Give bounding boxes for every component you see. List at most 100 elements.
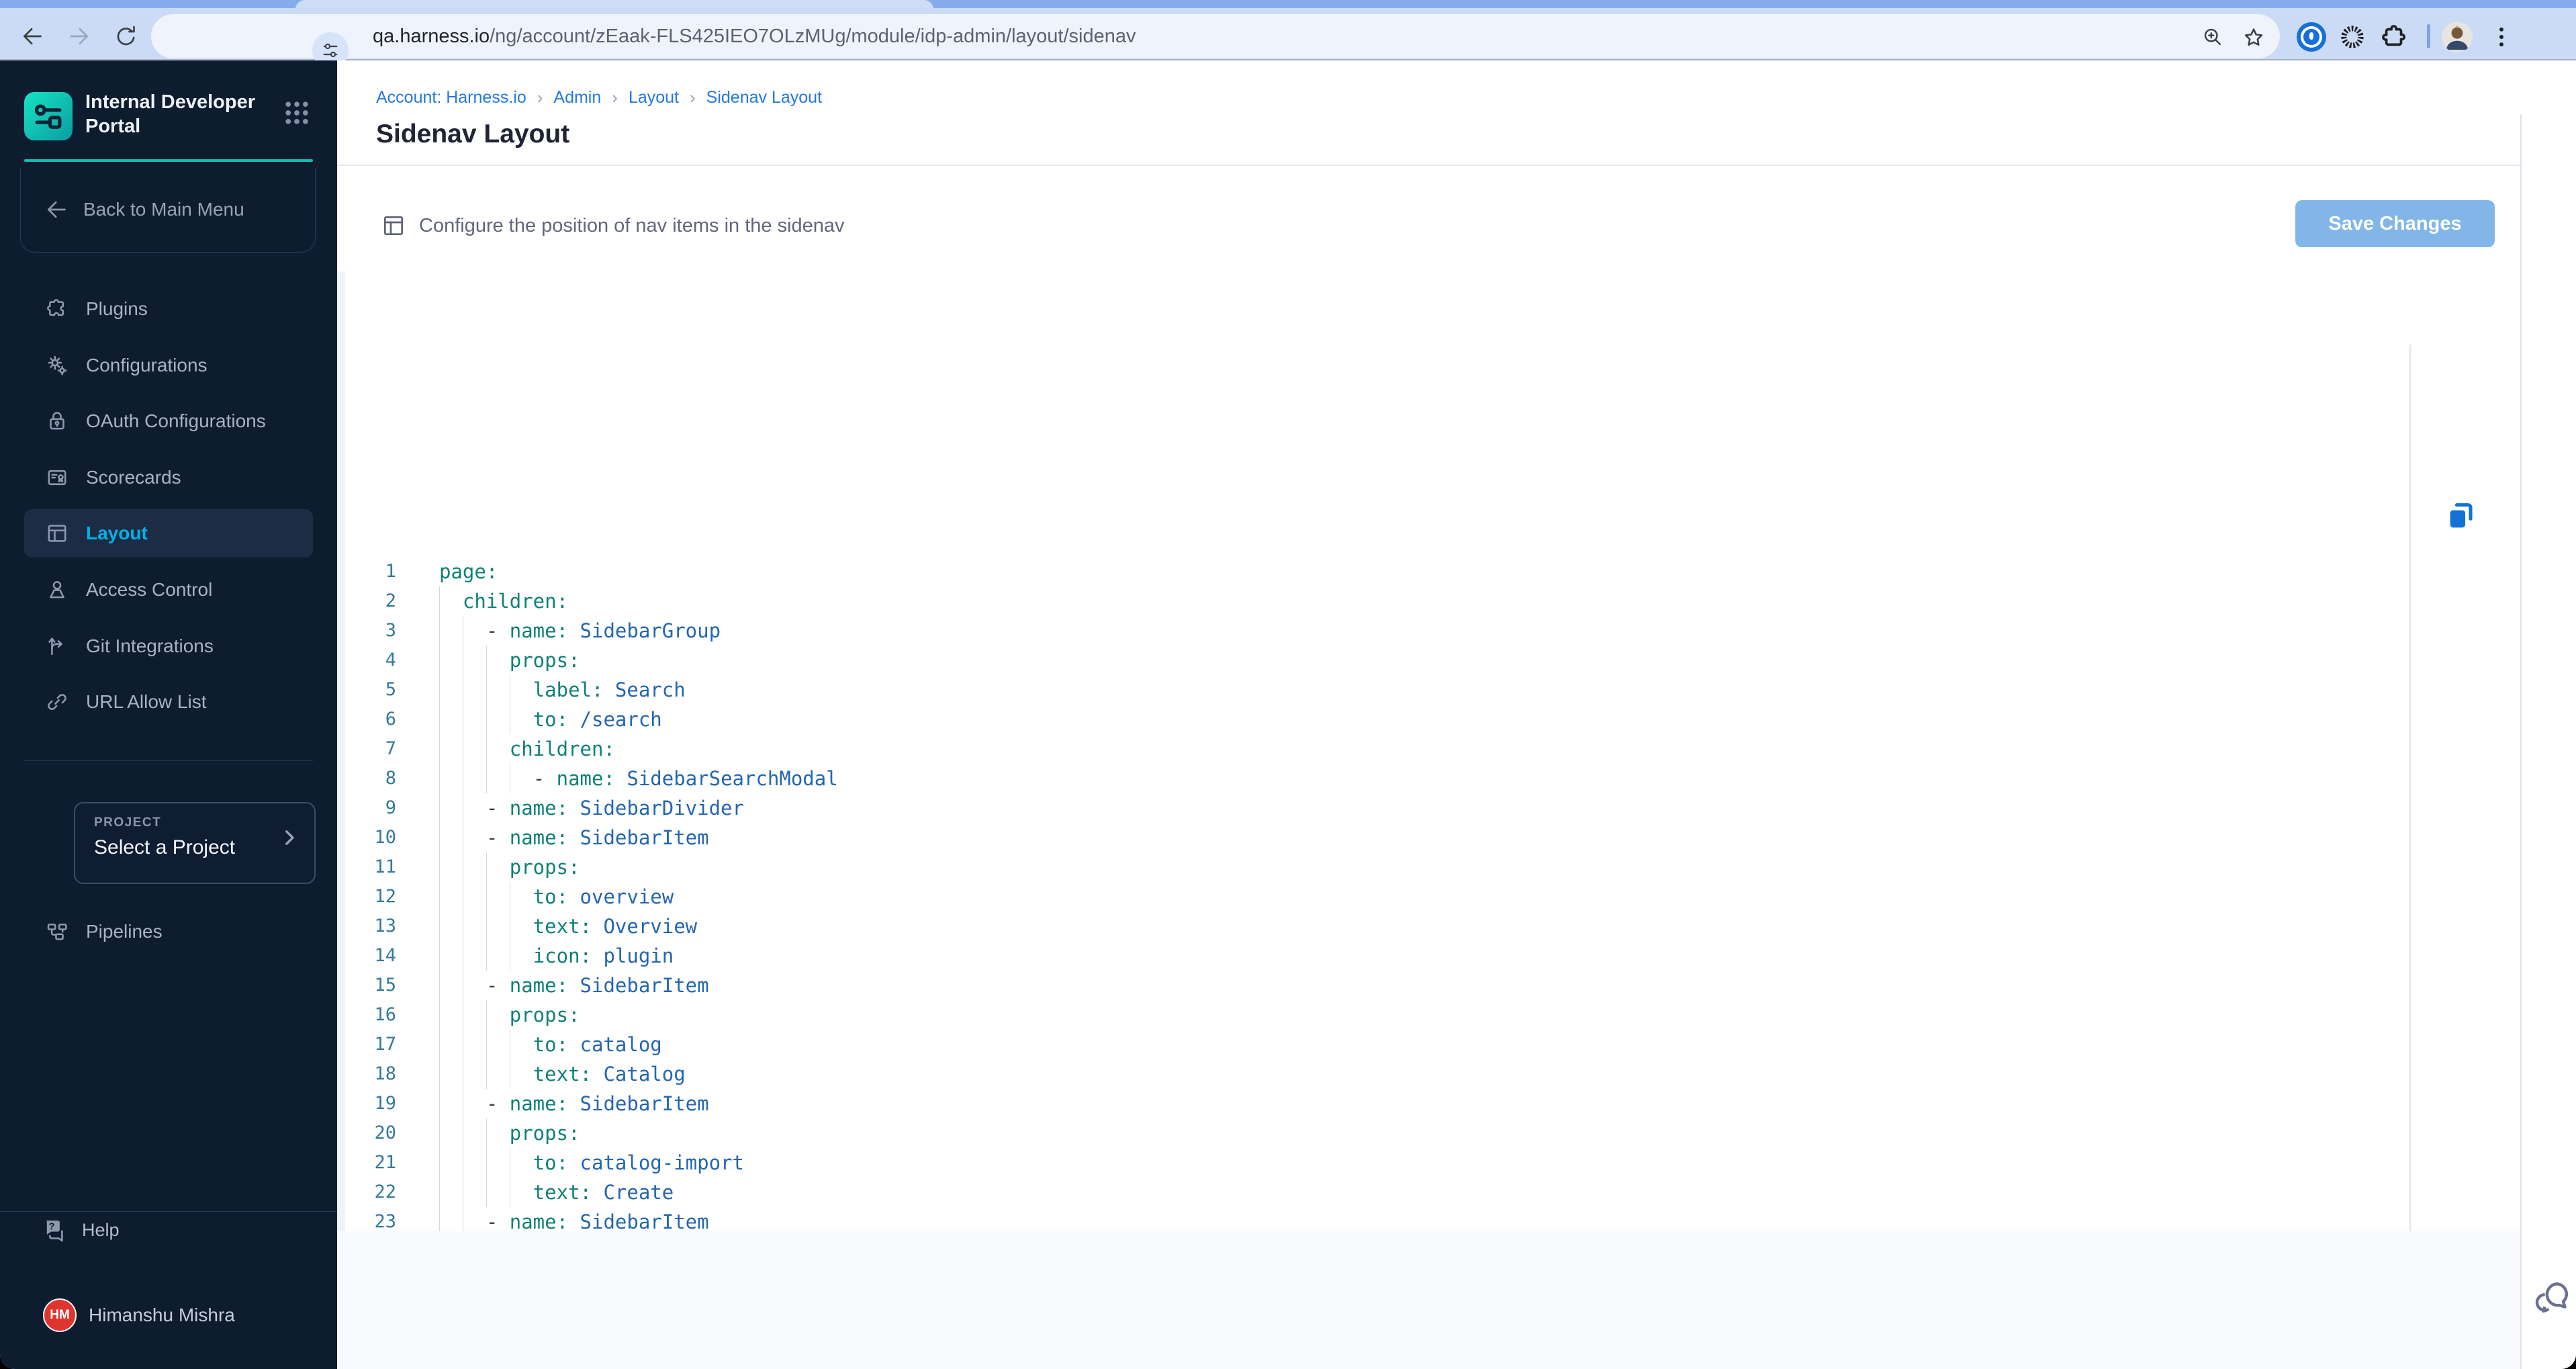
code-text: - name: SidebarItem bbox=[486, 974, 709, 997]
code-text: - name: SidebarItem bbox=[486, 1092, 709, 1115]
line-number: 21 bbox=[374, 1152, 396, 1173]
code-text: props: bbox=[509, 856, 580, 879]
header-divider bbox=[337, 165, 2520, 166]
onepassword-extension-icon[interactable] bbox=[2297, 22, 2326, 52]
code-text: - name: SidebarSearchModal bbox=[533, 767, 838, 790]
sidebar-item-label: Layout bbox=[86, 523, 148, 543]
line-number: 22 bbox=[374, 1182, 396, 1202]
code-line[interactable]: 4 props: bbox=[337, 646, 2520, 675]
rail-divider bbox=[2520, 114, 2522, 1369]
code-line[interactable]: 13 text: Overview bbox=[337, 912, 2520, 941]
code-text: text: Catalog bbox=[533, 1063, 686, 1086]
line-number: 16 bbox=[374, 1004, 396, 1025]
toolbar-description: Configure the position of nav items in t… bbox=[419, 215, 845, 236]
sidebar-item-label: Configurations bbox=[86, 355, 208, 376]
back-to-main-menu[interactable]: Back to Main Menu bbox=[43, 196, 244, 223]
code-line[interactable]: 16 props: bbox=[337, 1000, 2520, 1030]
code-line[interactable]: 7 children: bbox=[337, 734, 2520, 764]
sidebar-item-pipelines[interactable]: Pipelines bbox=[24, 908, 313, 956]
code-line[interactable]: 21 to: catalog-import bbox=[337, 1148, 2520, 1178]
browser-forward-icon[interactable] bbox=[66, 23, 93, 50]
code-line[interactable]: 8 - name: SidebarSearchModal bbox=[337, 764, 2520, 793]
sidebar-item-label: OAuth Configurations bbox=[86, 410, 266, 431]
code-text: to: overview bbox=[533, 885, 674, 908]
code-text: icon: plugin bbox=[533, 944, 674, 967]
gears-icon bbox=[44, 353, 70, 378]
help-chat-icon: ? bbox=[40, 1216, 68, 1244]
sidebar-item-scorecards[interactable]: Scorecards bbox=[24, 453, 313, 502]
code-line[interactable]: 3 - name: SidebarGroup bbox=[337, 616, 2520, 646]
git-branch-icon bbox=[44, 633, 70, 659]
code-text: children: bbox=[462, 590, 569, 613]
idp-logo-icon[interactable] bbox=[24, 92, 73, 140]
user-menu[interactable]: HM Himanshu Mishra bbox=[43, 1298, 235, 1332]
line-number: 4 bbox=[385, 650, 396, 670]
code-line[interactable]: 1 page: bbox=[337, 557, 2520, 586]
code-line[interactable]: 9 - name: SidebarDivider bbox=[337, 793, 2520, 823]
code-text: label: Search bbox=[533, 678, 686, 701]
code-line[interactable]: 19 - name: SidebarItem bbox=[337, 1089, 2520, 1118]
code-line[interactable]: 22 text: Create bbox=[337, 1178, 2520, 1207]
chrome-menu-icon[interactable] bbox=[2489, 21, 2514, 53]
extension-spinner-icon[interactable] bbox=[2338, 23, 2366, 51]
sidebar-item-git-integrations[interactable]: Git Integrations bbox=[24, 622, 313, 670]
zoom-icon[interactable] bbox=[2201, 25, 2225, 49]
breadcrumb-separator: › bbox=[537, 87, 543, 107]
active-tab[interactable] bbox=[295, 0, 933, 8]
sidebar-item-configurations[interactable]: Configurations bbox=[24, 341, 313, 390]
code-text: children: bbox=[509, 738, 615, 760]
yaml-editor[interactable]: 1 page: 2 children: 3 - name: SidebarGroup 4… bbox=[337, 271, 2520, 1231]
breadcrumb-link[interactable]: Admin bbox=[553, 88, 601, 107]
url-text[interactable]: qa.harness.io/ng/account/zEaak-FLS425IEO… bbox=[373, 14, 1136, 58]
sidebar-item-label: Access Control bbox=[86, 579, 213, 600]
code-line[interactable]: 18 text: Catalog bbox=[337, 1059, 2520, 1089]
sidebar-item-help[interactable]: ? Help bbox=[40, 1216, 120, 1244]
code-text: props: bbox=[509, 1122, 580, 1145]
browser-back-icon[interactable] bbox=[19, 23, 46, 50]
browser-window: qa.harness.io/ng/account/zEaak-FLS425IEO… bbox=[0, 0, 2576, 1369]
code-line[interactable]: 10 - name: SidebarItem bbox=[337, 823, 2520, 852]
line-number: 17 bbox=[374, 1034, 396, 1055]
save-changes-button[interactable]: Save Changes bbox=[2295, 200, 2495, 247]
line-number: 23 bbox=[374, 1211, 396, 1231]
brand-title: Internal Developer Portal bbox=[85, 91, 256, 137]
page-title: Sidenav Layout bbox=[376, 120, 570, 148]
code-line[interactable]: 15 - name: SidebarItem bbox=[337, 971, 2520, 1000]
line-number: 7 bbox=[385, 738, 396, 759]
line-number: 11 bbox=[374, 856, 396, 877]
code-line[interactable]: 23 - name: SidebarItem bbox=[337, 1207, 2520, 1231]
sidebar-item-url-allow-list[interactable]: URL Allow List bbox=[24, 678, 313, 726]
code-line[interactable]: 6 to: /search bbox=[337, 705, 2520, 734]
line-number: 8 bbox=[385, 768, 396, 789]
code-line[interactable]: 20 props: bbox=[337, 1118, 2520, 1148]
code-line[interactable]: 14 icon: plugin bbox=[337, 941, 2520, 971]
sidebar-divider bbox=[24, 760, 313, 761]
chrome-separator bbox=[2427, 24, 2430, 48]
breadcrumb-link[interactable]: Sidenav Layout bbox=[706, 88, 822, 107]
code-line[interactable]: 17 to: catalog bbox=[337, 1030, 2520, 1059]
sidebar-item-plugins[interactable]: Plugins bbox=[24, 285, 313, 333]
url-bar[interactable]: qa.harness.io/ng/account/zEaak-FLS425IEO… bbox=[151, 14, 2280, 69]
breadcrumb-link[interactable]: Layout bbox=[629, 88, 679, 107]
copy-icon[interactable] bbox=[2442, 498, 2480, 535]
code-text: page: bbox=[439, 560, 498, 583]
sidebar-item-oauth-configurations[interactable]: OAuth Configurations bbox=[24, 397, 313, 445]
sidebar-item-layout[interactable]: Layout bbox=[24, 509, 313, 558]
layout-icon bbox=[44, 521, 70, 546]
breadcrumb-link[interactable]: Account: Harness.io bbox=[376, 88, 526, 107]
browser-reload-icon[interactable] bbox=[113, 23, 140, 50]
extensions-puzzle-icon[interactable] bbox=[2380, 23, 2408, 51]
tab-strip bbox=[0, 0, 2576, 8]
chat-widget-icon[interactable] bbox=[2531, 1278, 2573, 1319]
browser-profile-avatar[interactable] bbox=[2442, 21, 2473, 52]
code-line[interactable]: 2 children: bbox=[337, 586, 2520, 616]
sidebar-item-label: Scorecards bbox=[86, 467, 181, 488]
code-line[interactable]: 12 to: overview bbox=[337, 882, 2520, 912]
app-grid-icon[interactable] bbox=[282, 98, 312, 128]
code-line[interactable]: 5 label: Search bbox=[337, 675, 2520, 705]
line-number: 13 bbox=[374, 916, 396, 936]
bookmark-star-icon[interactable] bbox=[2241, 25, 2266, 50]
tune-icon bbox=[320, 40, 341, 61]
code-line[interactable]: 11 props: bbox=[337, 852, 2520, 882]
sidebar-item-access-control[interactable]: Access Control bbox=[24, 566, 313, 614]
